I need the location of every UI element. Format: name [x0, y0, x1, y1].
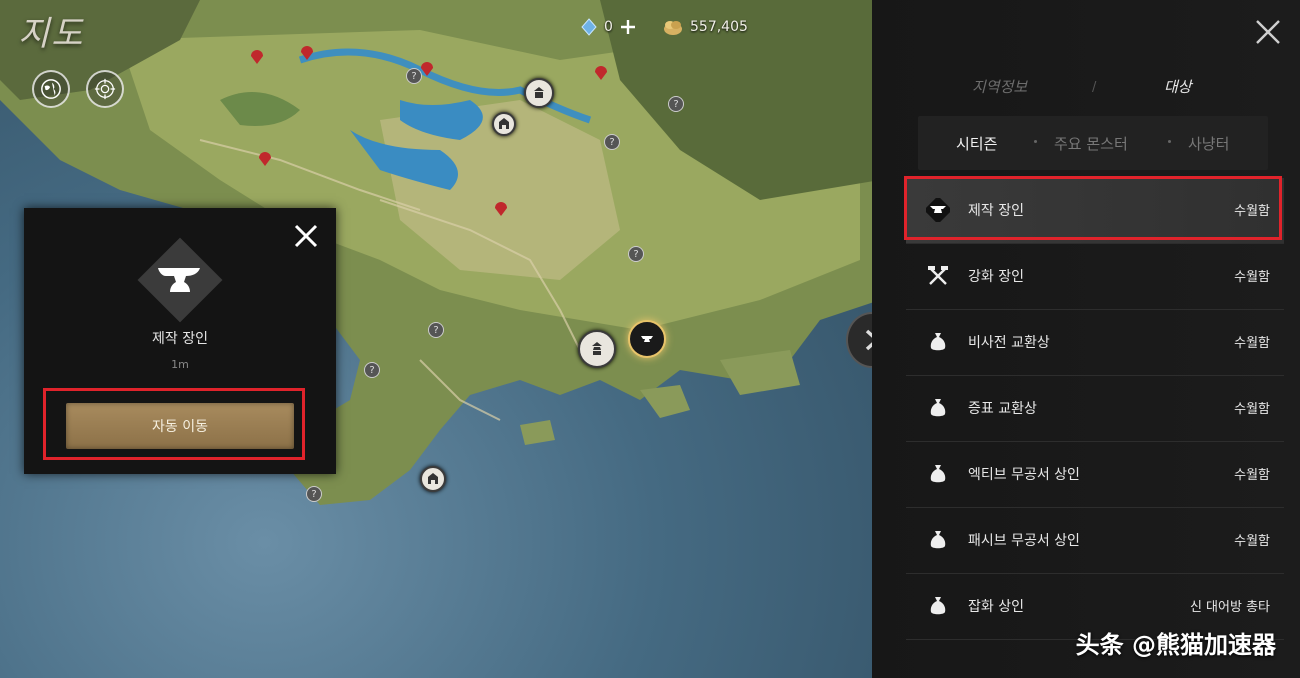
gate-icon — [428, 473, 438, 484]
gate-marker[interactable] — [420, 466, 446, 492]
npc-location: 신 대어방 총타 — [1189, 600, 1270, 615]
npc-name: 강화 장인 — [968, 269, 1024, 285]
globe-button[interactable] — [32, 70, 70, 108]
close-map-icon[interactable] — [1254, 18, 1282, 46]
npc-distance: 1m — [171, 358, 189, 371]
unknown-marker[interactable]: ? — [364, 362, 380, 378]
tab-separator: / — [1092, 80, 1097, 95]
tab-region-info[interactable]: 지역정보 — [972, 76, 1027, 97]
bag-icon — [930, 597, 946, 615]
close-popup-icon[interactable] — [292, 222, 320, 250]
watermark: 头条 @熊猫加速器 — [1075, 631, 1276, 659]
gate-icon — [499, 118, 509, 129]
unknown-marker[interactable]: ? — [628, 246, 644, 262]
bag-icon — [930, 531, 946, 549]
quest-pin-icon[interactable] — [420, 60, 434, 76]
town-marker[interactable] — [524, 78, 554, 108]
sub-tab-dot — [1168, 140, 1171, 143]
pagoda-icon — [592, 342, 602, 355]
auto-move-button[interactable]: 자동 이동 — [66, 403, 294, 449]
quest-pin-icon[interactable] — [250, 48, 264, 64]
bag-icon — [930, 399, 946, 417]
info-panel: 지역정보 / 대상 시티즌 주요 몬스터 사냥터 제작 장인 수월함 강화 장인… — [872, 0, 1300, 678]
npc-name: 잡화 상인 — [968, 599, 1024, 615]
npc-name: 패시브 무공서 상인 — [968, 533, 1080, 549]
pagoda-icon — [534, 87, 544, 98]
map-title: 지도 — [18, 14, 85, 54]
npc-location: 수월함 — [1234, 336, 1270, 351]
subtab-main-monsters[interactable]: 주요 몬스터 — [1054, 133, 1128, 154]
unknown-marker[interactable]: ? — [406, 68, 422, 84]
npc-row-passive-skillbook-merchant[interactable]: 패시브 무공서 상인 수월함 — [906, 508, 1284, 574]
add-crystal-icon[interactable] — [619, 18, 637, 36]
npc-name: 엑티브 무공서 상인 — [968, 467, 1080, 483]
selected-npc-marker[interactable] — [628, 320, 666, 358]
npc-row-secret-exchanger[interactable]: 비사전 교환상 수월함 — [906, 310, 1284, 376]
npc-row-active-skillbook-merchant[interactable]: 엑티브 무공서 상인 수월함 — [906, 442, 1284, 508]
unknown-marker[interactable]: ? — [306, 486, 322, 502]
crystal-amount: 0 — [604, 19, 613, 35]
npc-location: 수월함 — [1234, 402, 1270, 417]
tab-targets[interactable]: 대상 — [1164, 76, 1192, 97]
npc-name: 제작 장인 — [968, 203, 1024, 219]
gold-amount: 557,405 — [690, 19, 748, 35]
subtab-citizens[interactable]: 시티즌 — [956, 133, 997, 154]
city-marker[interactable] — [578, 330, 616, 368]
npc-location: 수월함 — [1234, 534, 1270, 549]
top-tab-bar: 지역정보 / 대상 — [872, 72, 1300, 106]
target-icon — [94, 78, 116, 100]
anvil-icon — [158, 268, 200, 292]
globe-icon — [41, 79, 61, 99]
quest-pin-icon[interactable] — [494, 200, 508, 216]
sub-tab-dot — [1034, 140, 1037, 143]
npc-name: 제작 장인 — [152, 331, 208, 347]
bag-icon — [930, 465, 946, 483]
npc-info-popup: 제작 장인 1m 자동 이동 — [24, 208, 336, 474]
npc-location: 수월함 — [1234, 270, 1270, 285]
npc-location: 수월함 — [1234, 204, 1270, 219]
npc-name: 증표 교환상 — [968, 401, 1037, 417]
npc-row-token-exchanger[interactable]: 증표 교환상 수월함 — [906, 376, 1284, 442]
target-button[interactable] — [86, 70, 124, 108]
subtab-hunting-grounds[interactable]: 사냥터 — [1188, 133, 1229, 154]
gold-icon — [664, 21, 682, 35]
crystal-icon — [581, 18, 597, 36]
anvil-icon — [641, 336, 653, 342]
hammer-icon — [928, 266, 948, 285]
npc-list: 제작 장인 수월함 강화 장인 수월함 비사전 교환상 수월함 증표 교환상 수… — [906, 178, 1284, 640]
quest-pin-icon[interactable] — [300, 44, 314, 60]
crystal-counter: 0 — [580, 18, 637, 36]
unknown-marker[interactable]: ? — [604, 134, 620, 150]
gold-counter: 557,405 — [662, 18, 748, 36]
bag-icon — [930, 333, 946, 351]
npc-location: 수월함 — [1234, 468, 1270, 483]
unknown-marker[interactable]: ? — [428, 322, 444, 338]
npc-name: 비사전 교환상 — [968, 335, 1050, 351]
unknown-marker[interactable]: ? — [668, 96, 684, 112]
quest-pin-icon[interactable] — [258, 150, 272, 166]
sub-tab-bar: 시티즌 주요 몬스터 사냥터 — [918, 116, 1268, 170]
gate-marker[interactable] — [492, 112, 516, 136]
npc-row-enhance-master[interactable]: 강화 장인 수월함 — [906, 244, 1284, 310]
quest-pin-icon[interactable] — [594, 64, 608, 80]
anvil-icon — [926, 198, 950, 222]
npc-row-craft-master[interactable]: 제작 장인 수월함 — [906, 178, 1284, 244]
